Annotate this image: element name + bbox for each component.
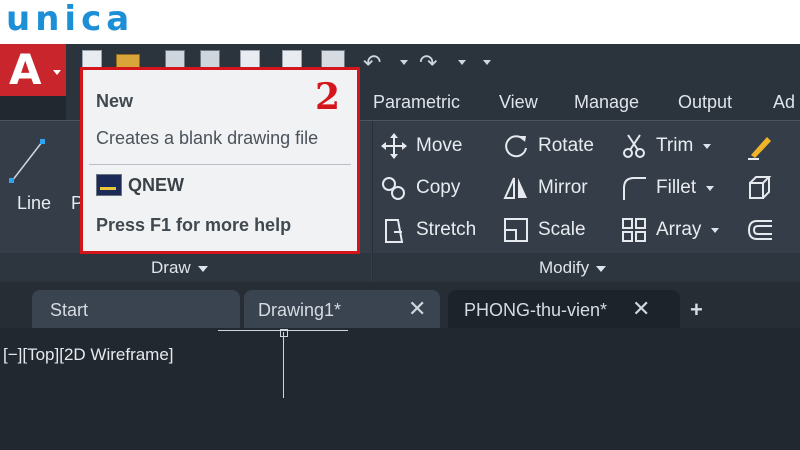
move-icon: [381, 133, 407, 159]
customize-toolbar-icon[interactable]: [483, 60, 491, 65]
tab-output[interactable]: Output: [678, 92, 732, 113]
line-icon: [9, 139, 45, 183]
tab-drawing1-label: Drawing1*: [258, 300, 342, 320]
line-tool-label: Line: [17, 193, 52, 213]
tooltip-command: QNEW: [128, 175, 184, 195]
tab-start-label: Start: [50, 300, 89, 320]
stretch-button[interactable]: Stretch: [380, 216, 476, 244]
viewport-controls[interactable]: [−][Top][2D Wireframe]: [3, 345, 174, 365]
scale-icon: [504, 218, 528, 242]
fillet-label: Fillet: [656, 177, 697, 198]
document-tab-bar: Start Drawing1* ✕ PHONG-thu-vien* ✕: [0, 282, 800, 328]
trim-button[interactable]: Trim: [620, 132, 712, 160]
undo-icon[interactable]: ↶: [363, 50, 381, 76]
redo-icon[interactable]: ↷: [419, 50, 437, 76]
trim-label: Trim: [656, 135, 694, 156]
modify-panel-title-text: Modify: [539, 258, 590, 277]
tab-add-ins[interactable]: Ad: [773, 92, 795, 113]
line-tool-button[interactable]: [8, 137, 48, 185]
mirror-label: Mirror: [538, 177, 588, 198]
scale-label: Scale: [538, 219, 586, 240]
fillet-button[interactable]: Fillet: [620, 174, 715, 202]
tab-parametric[interactable]: Parametric: [373, 92, 460, 113]
tooltip-divider: [89, 164, 351, 165]
tooltip-help: Press F1 for more help: [96, 215, 292, 235]
close-icon[interactable]: ✕: [632, 296, 650, 322]
copy-button[interactable]: Copy: [380, 174, 460, 202]
mirror-icon: [503, 177, 527, 199]
chevron-down-icon: [53, 70, 61, 75]
new-tab-button[interactable]: +: [690, 297, 703, 323]
chevron-down-icon: [197, 265, 208, 272]
erase-icon[interactable]: [745, 131, 775, 161]
explode-icon[interactable]: [745, 173, 775, 203]
close-icon[interactable]: ✕: [408, 296, 426, 322]
tooltip-title: New: [96, 91, 134, 111]
step-number-marker: 2: [315, 76, 341, 118]
tab-phong-thu-vien[interactable]: PHONG-thu-vien* ✕: [448, 290, 680, 328]
redo-dropdown-icon[interactable]: [458, 60, 466, 65]
trim-dropdown-icon[interactable]: [703, 143, 712, 149]
mirror-button[interactable]: Mirror: [502, 174, 588, 202]
array-icon: [622, 218, 646, 242]
tab-start[interactable]: Start: [32, 290, 240, 328]
scale-button[interactable]: Scale: [502, 216, 586, 244]
array-dropdown-icon[interactable]: [711, 227, 720, 233]
tab-view[interactable]: View: [499, 92, 538, 113]
autocad-logo-icon: A: [9, 45, 42, 94]
chevron-down-icon: [596, 265, 607, 272]
crosshair-vertical: [283, 332, 284, 398]
array-label: Array: [656, 219, 702, 240]
offset-icon[interactable]: [745, 215, 775, 245]
command-line-icon: [96, 174, 122, 196]
crosshair-pickbox: [280, 329, 288, 337]
brand-logo: unica: [6, 0, 135, 39]
rotate-button[interactable]: Rotate: [502, 132, 594, 160]
stretch-icon: [385, 219, 404, 243]
rotate-label: Rotate: [538, 135, 594, 156]
draw-panel-title-text: Draw: [151, 258, 191, 277]
tooltip-description: Creates a blank drawing file: [96, 128, 319, 148]
tab-drawing1[interactable]: Drawing1* ✕: [244, 290, 440, 328]
stretch-label: Stretch: [416, 219, 477, 240]
fillet-dropdown-icon[interactable]: [706, 185, 715, 191]
array-button[interactable]: Array: [620, 216, 720, 244]
copy-icon: [382, 177, 405, 200]
rotate-icon: [505, 135, 527, 158]
fillet-icon: [623, 177, 646, 200]
draw-panel-title[interactable]: Draw: [151, 258, 208, 278]
modify-panel-title[interactable]: Modify: [539, 258, 607, 278]
tab-phong-thu-vien-label: PHONG-thu-vien*: [464, 300, 608, 320]
copy-label: Copy: [416, 177, 461, 198]
move-label: Move: [416, 135, 463, 156]
move-button[interactable]: Move: [380, 132, 462, 160]
application-menu-button[interactable]: A: [0, 44, 67, 96]
undo-dropdown-icon[interactable]: [400, 60, 408, 65]
trim-scissors-icon: [623, 134, 645, 158]
tab-manage[interactable]: Manage: [574, 92, 639, 113]
